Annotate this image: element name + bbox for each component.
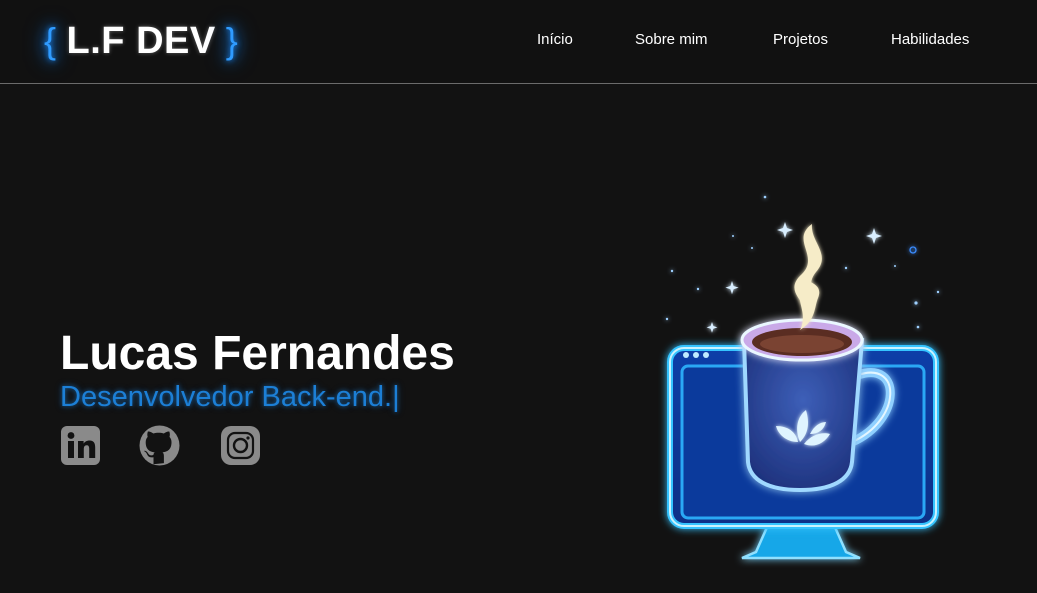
- linkedin-icon[interactable]: [60, 425, 101, 466]
- hero-role-typing: Desenvolvedor Back-end.|: [60, 381, 400, 413]
- nav-link-habilidades[interactable]: Habilidades: [891, 31, 969, 48]
- nav-link-sobre-mim[interactable]: Sobre mim: [635, 31, 708, 48]
- nav-link-projetos[interactable]: Projetos: [773, 31, 828, 48]
- hero-name: Lucas Fernandes: [60, 327, 455, 380]
- nav-link-inicio[interactable]: Início: [537, 31, 573, 48]
- main-nav: Início Sobre mim Projetos Habilidades: [0, 31, 1037, 53]
- site-header: { L.F DEV } Início Sobre mim Projetos Ha…: [0, 0, 1037, 84]
- github-icon[interactable]: [139, 425, 180, 466]
- neon-coffee-cup-monitor-illustration: [640, 180, 960, 575]
- instagram-icon[interactable]: [220, 425, 261, 466]
